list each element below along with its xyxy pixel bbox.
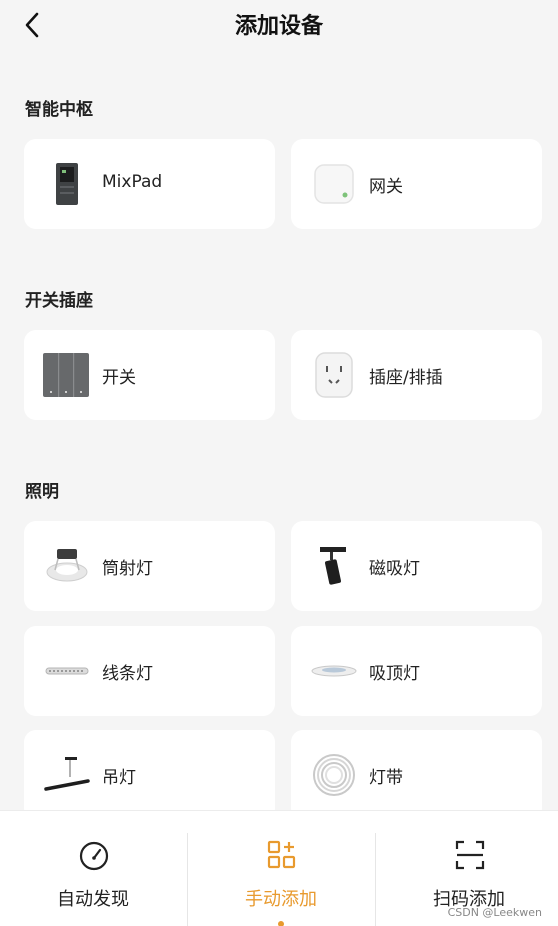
mixpad-panel-icon [42, 159, 92, 209]
active-tab-indicator [278, 921, 284, 926]
device-card-label: 吊灯 [102, 768, 136, 788]
device-card-magnetic-light[interactable]: 磁吸灯 [291, 521, 542, 611]
tab-manual-add[interactable]: 手动添加 [188, 811, 374, 926]
device-card-downlight[interactable]: 筒射灯 [24, 521, 275, 611]
page-title: 添加设备 [234, 14, 323, 39]
ceiling-light-icon [309, 646, 359, 696]
device-card-ceiling-light[interactable]: 吸顶灯 [291, 626, 542, 716]
device-card-label: 开关 [102, 368, 136, 388]
device-card-label: MixPad [102, 172, 163, 192]
gateway-hub-icon [309, 159, 359, 209]
device-card-mixpad[interactable]: MixPad [24, 139, 275, 229]
device-card-label: 吸顶灯 [369, 664, 420, 684]
device-card-switch[interactable]: 开关 [24, 330, 275, 420]
device-card-gateway[interactable]: 网关 [291, 139, 542, 229]
downlight-icon [42, 541, 92, 591]
section-title-hub: 智能中枢 [25, 100, 93, 120]
tab-label: 自动发现 [57, 889, 129, 910]
bottom-tab-bar: 自动发现 手动添加 扫码添加 CSDN @Leekwen [0, 810, 558, 926]
light-strip-icon [309, 750, 359, 800]
socket-icon [309, 350, 359, 400]
watermark-text: CSDN @Leekwen [447, 906, 542, 919]
device-category-list[interactable]: 智能中枢 MixPad 网关 开关插座 开关 插座/排插 照明 筒射灯 磁吸灯 … [0, 52, 558, 810]
navigation-bar: 添加设备 [0, 0, 558, 52]
device-card-light-strip[interactable]: 灯带 [291, 730, 542, 810]
device-card-label: 磁吸灯 [369, 559, 420, 579]
device-card-label: 网关 [369, 177, 403, 197]
device-card-socket[interactable]: 插座/排插 [291, 330, 542, 420]
pendant-light-icon [42, 750, 92, 800]
gauge-icon [79, 841, 109, 871]
device-card-label: 筒射灯 [102, 559, 153, 579]
scan-frame-icon [455, 840, 485, 870]
section-title-lighting: 照明 [25, 482, 59, 502]
tab-auto-discover[interactable]: 自动发现 [0, 811, 186, 926]
tab-label: 手动添加 [245, 889, 317, 910]
section-title-switch-socket: 开关插座 [25, 291, 93, 311]
device-card-label: 插座/排插 [369, 368, 443, 388]
magnetic-spotlight-icon [309, 541, 359, 591]
device-card-label: 灯带 [369, 768, 403, 788]
linear-light-icon [42, 646, 92, 696]
device-card-label: 线条灯 [102, 664, 153, 684]
device-card-pendant-light[interactable]: 吊灯 [24, 730, 275, 810]
grid-plus-icon [267, 840, 296, 869]
device-card-linear-light[interactable]: 线条灯 [24, 626, 275, 716]
wall-switch-icon [42, 350, 90, 400]
